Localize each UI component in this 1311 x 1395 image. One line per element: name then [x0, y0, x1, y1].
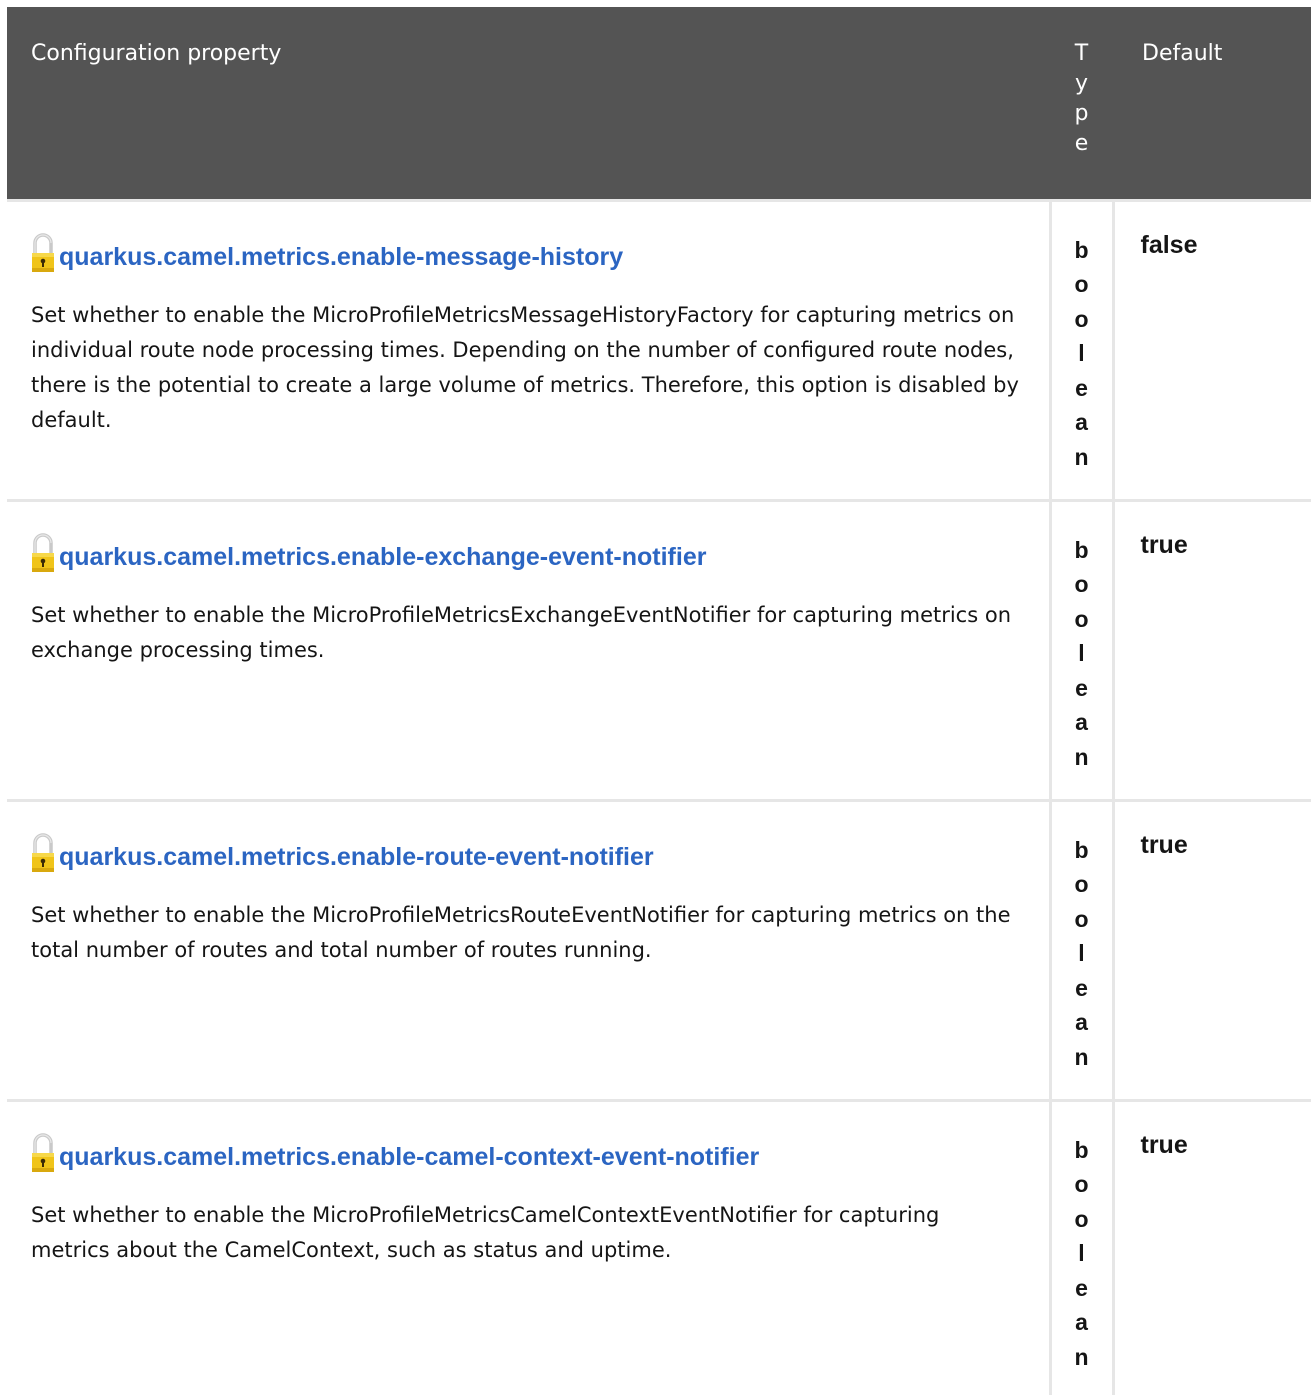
- default-value: true: [1140, 830, 1188, 859]
- property-link[interactable]: quarkus.camel.metrics.enable-message-his…: [59, 242, 623, 274]
- header-type: Type: [1050, 7, 1113, 200]
- lock-icon: [31, 1132, 55, 1174]
- type-value: boolean: [1074, 536, 1089, 770]
- type-value: boolean: [1074, 836, 1089, 1070]
- type-cell: boolean: [1050, 1098, 1115, 1395]
- default-value: true: [1140, 1130, 1188, 1159]
- property-description: Set whether to enable the MicroProfileMe…: [31, 1202, 940, 1262]
- default-value: true: [1140, 530, 1188, 559]
- property-link[interactable]: quarkus.camel.metrics.enable-camel-conte…: [59, 1142, 759, 1174]
- property-link[interactable]: quarkus.camel.metrics.enable-route-event…: [59, 842, 654, 874]
- type-value: boolean: [1074, 236, 1089, 470]
- type-value: boolean: [1074, 1136, 1089, 1370]
- header-type-label: Type: [1074, 41, 1089, 156]
- header-default: Default: [1113, 7, 1311, 200]
- property-cell: quarkus.camel.metrics.enable-route-event…: [7, 798, 1052, 1100]
- default-cell: true: [1113, 1098, 1311, 1395]
- property-link[interactable]: quarkus.camel.metrics.enable-exchange-ev…: [59, 542, 706, 574]
- table-row: quarkus.camel.metrics.enable-exchange-ev…: [7, 498, 1311, 800]
- table-row: quarkus.camel.metrics.enable-message-his…: [7, 198, 1311, 500]
- table-row: quarkus.camel.metrics.enable-camel-conte…: [7, 1098, 1311, 1395]
- property-cell: quarkus.camel.metrics.enable-camel-conte…: [7, 1098, 1052, 1395]
- type-cell: boolean: [1050, 798, 1115, 1100]
- lock-icon: [31, 532, 55, 574]
- property-cell: quarkus.camel.metrics.enable-message-his…: [7, 198, 1052, 500]
- default-cell: true: [1113, 498, 1311, 800]
- property-description: Set whether to enable the MicroProfileMe…: [31, 302, 1019, 432]
- table-row: quarkus.camel.metrics.enable-route-event…: [7, 798, 1311, 1100]
- default-cell: true: [1113, 798, 1311, 1100]
- lock-icon: [31, 832, 55, 874]
- config-properties-table: Configuration property Type Default quar…: [7, 7, 1311, 1395]
- lock-icon: [31, 232, 55, 274]
- property-description: Set whether to enable the MicroProfileMe…: [31, 602, 1012, 662]
- property-cell: quarkus.camel.metrics.enable-exchange-ev…: [7, 498, 1052, 800]
- default-value: false: [1140, 230, 1198, 259]
- default-cell: false: [1113, 198, 1311, 500]
- header-configuration-property: Configuration property: [7, 7, 1050, 200]
- table-header-row: Configuration property Type Default: [7, 7, 1311, 200]
- type-cell: boolean: [1050, 498, 1115, 800]
- property-description: Set whether to enable the MicroProfileMe…: [31, 902, 1011, 962]
- type-cell: boolean: [1050, 198, 1115, 500]
